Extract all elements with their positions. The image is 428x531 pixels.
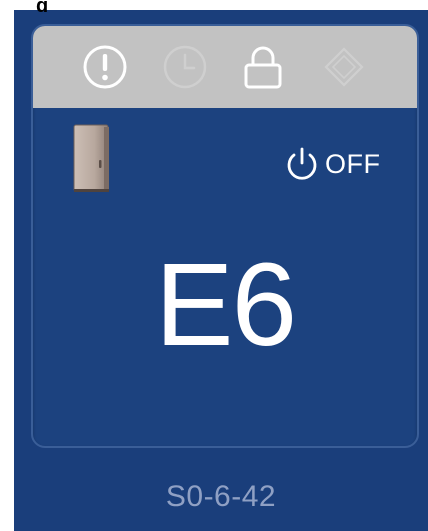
- diamond-icon[interactable]: [320, 43, 368, 91]
- power-icon: [285, 146, 319, 182]
- panel-header-fragment: g: [36, 0, 49, 12]
- unit-id: S0-6-42: [165, 480, 277, 513]
- power-label: OFF: [325, 148, 381, 179]
- lock-icon[interactable]: [239, 43, 287, 91]
- device-card[interactable]: OFF E6: [31, 24, 419, 448]
- top-strip: [0, 0, 428, 10]
- clock-icon[interactable]: [161, 43, 209, 91]
- cabinet-icon: [73, 124, 111, 194]
- error-code: E6: [154, 239, 297, 371]
- power-state[interactable]: OFF: [285, 144, 381, 184]
- device-panel: g OFF E6 S0-6-42: [14, 0, 428, 531]
- status-bar: [33, 26, 417, 108]
- alert-icon[interactable]: [81, 43, 129, 91]
